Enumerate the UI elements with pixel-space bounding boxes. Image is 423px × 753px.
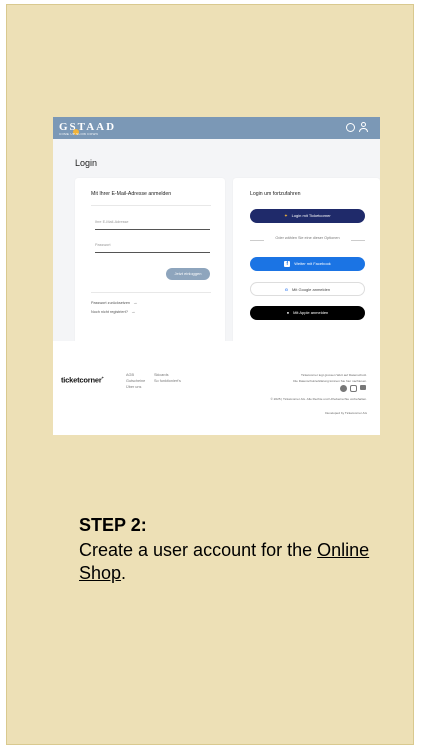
- login-screenshot: GSTAAD COME UP SLOW DOWN Login Mit Ihrer…: [53, 117, 380, 435]
- email-field[interactable]: Ihre E-Mail-Adresse: [95, 220, 129, 224]
- panel-divider: [91, 292, 211, 293]
- login-button[interactable]: Jetzt einloggen: [166, 268, 210, 280]
- twitter-icon[interactable]: [360, 385, 366, 390]
- or-text: Oder wählen Sie eine dieser Optionen: [275, 236, 340, 240]
- ticketcorner-star-icon: ✦: [284, 213, 288, 218]
- facebook-login-button[interactable]: f Weiter mit Facebook: [250, 257, 365, 271]
- reset-password-label: Passwort zurücksetzen: [91, 301, 131, 305]
- facebook-icon[interactable]: [340, 385, 347, 392]
- google-icon: G: [284, 287, 289, 292]
- arrow-right-icon: →: [130, 309, 136, 314]
- privacy-line-1: Ticketcorner legt grossen Wert auf Daten…: [300, 373, 367, 377]
- instruction-card: GSTAAD COME UP SLOW DOWN Login Mit Ihrer…: [6, 4, 414, 745]
- privacy-line-2[interactable]: Die Datenschutzerklärung können Sie hier…: [293, 379, 367, 383]
- footer-link-ueber-uns[interactable]: Über uns: [126, 384, 145, 390]
- facebook-icon: f: [284, 260, 291, 267]
- site-footer: ticketcorner+ AGB Gutscheine Über uns Sk…: [53, 341, 380, 435]
- main-area: Login Mit Ihrer E-Mail-Adresse anmelden …: [53, 139, 380, 344]
- ticketcorner-login-label: Login mit Ticketcorner: [291, 213, 331, 218]
- register-link[interactable]: Noch nicht registriert? →: [91, 309, 135, 314]
- ticketcorner-logo[interactable]: ticketcorner+: [61, 375, 104, 385]
- panel-divider: [91, 205, 211, 206]
- globe-icon[interactable]: [346, 123, 355, 132]
- ticketcorner-login-button[interactable]: ✦ Login mit Ticketcorner: [250, 209, 365, 223]
- copyright-text: © 2025 | Ticketcorner AG. Alle Rechte un…: [270, 397, 367, 401]
- social-links: [330, 385, 368, 393]
- step-text: Create a user account for the: [79, 540, 318, 560]
- password-field-underline: [95, 252, 210, 253]
- developed-by-text: Developed by Ticketcorner AG: [325, 411, 367, 415]
- logo-tagline: COME UP SLOW DOWN: [59, 132, 99, 136]
- apple-icon: ●: [286, 310, 290, 315]
- apple-login-label: Mit Apple anmelden: [293, 310, 329, 315]
- footer-links-col2: Skicards So funktioniert's: [154, 372, 181, 384]
- arrow-right-icon: →: [133, 300, 138, 305]
- step-text-end: .: [121, 563, 127, 583]
- step-description: Create a user account for the Online Sho…: [79, 539, 379, 585]
- email-field-underline: [95, 229, 210, 230]
- footer-links-col1: AGB Gutscheine Über uns: [126, 372, 145, 390]
- or-separator: Oder wählen Sie eine dieser Optionen: [250, 236, 365, 244]
- ticketcorner-logo-text: ticketcorner: [61, 375, 102, 385]
- register-label: Noch nicht registriert?: [91, 310, 128, 314]
- step-title: STEP 2:: [79, 515, 147, 535]
- social-login-title: Login um fortzufahren: [250, 191, 301, 197]
- social-login-panel: Login um fortzufahren ✦ Login mit Ticketc…: [233, 178, 380, 344]
- email-login-title: Mit Ihrer E-Mail-Adresse anmelden: [91, 191, 172, 197]
- google-login-button[interactable]: G Mit Google anmelden: [250, 282, 365, 296]
- user-icon[interactable]: [359, 122, 368, 132]
- instagram-icon[interactable]: [350, 385, 357, 392]
- apple-login-button[interactable]: ● Mit Apple anmelden: [250, 306, 365, 320]
- email-login-panel: Mit Ihrer E-Mail-Adresse anmelden Ihre E…: [75, 178, 225, 344]
- facebook-login-label: Weiter mit Facebook: [294, 261, 331, 266]
- google-login-label: Mit Google anmelden: [292, 287, 331, 292]
- footer-link-how-it-works[interactable]: So funktioniert's: [154, 378, 181, 384]
- reset-password-link[interactable]: Passwort zurücksetzen →: [91, 300, 138, 305]
- password-field[interactable]: Passwort: [95, 243, 111, 247]
- page-title: Login: [75, 158, 98, 168]
- site-header: GSTAAD COME UP SLOW DOWN: [53, 117, 380, 139]
